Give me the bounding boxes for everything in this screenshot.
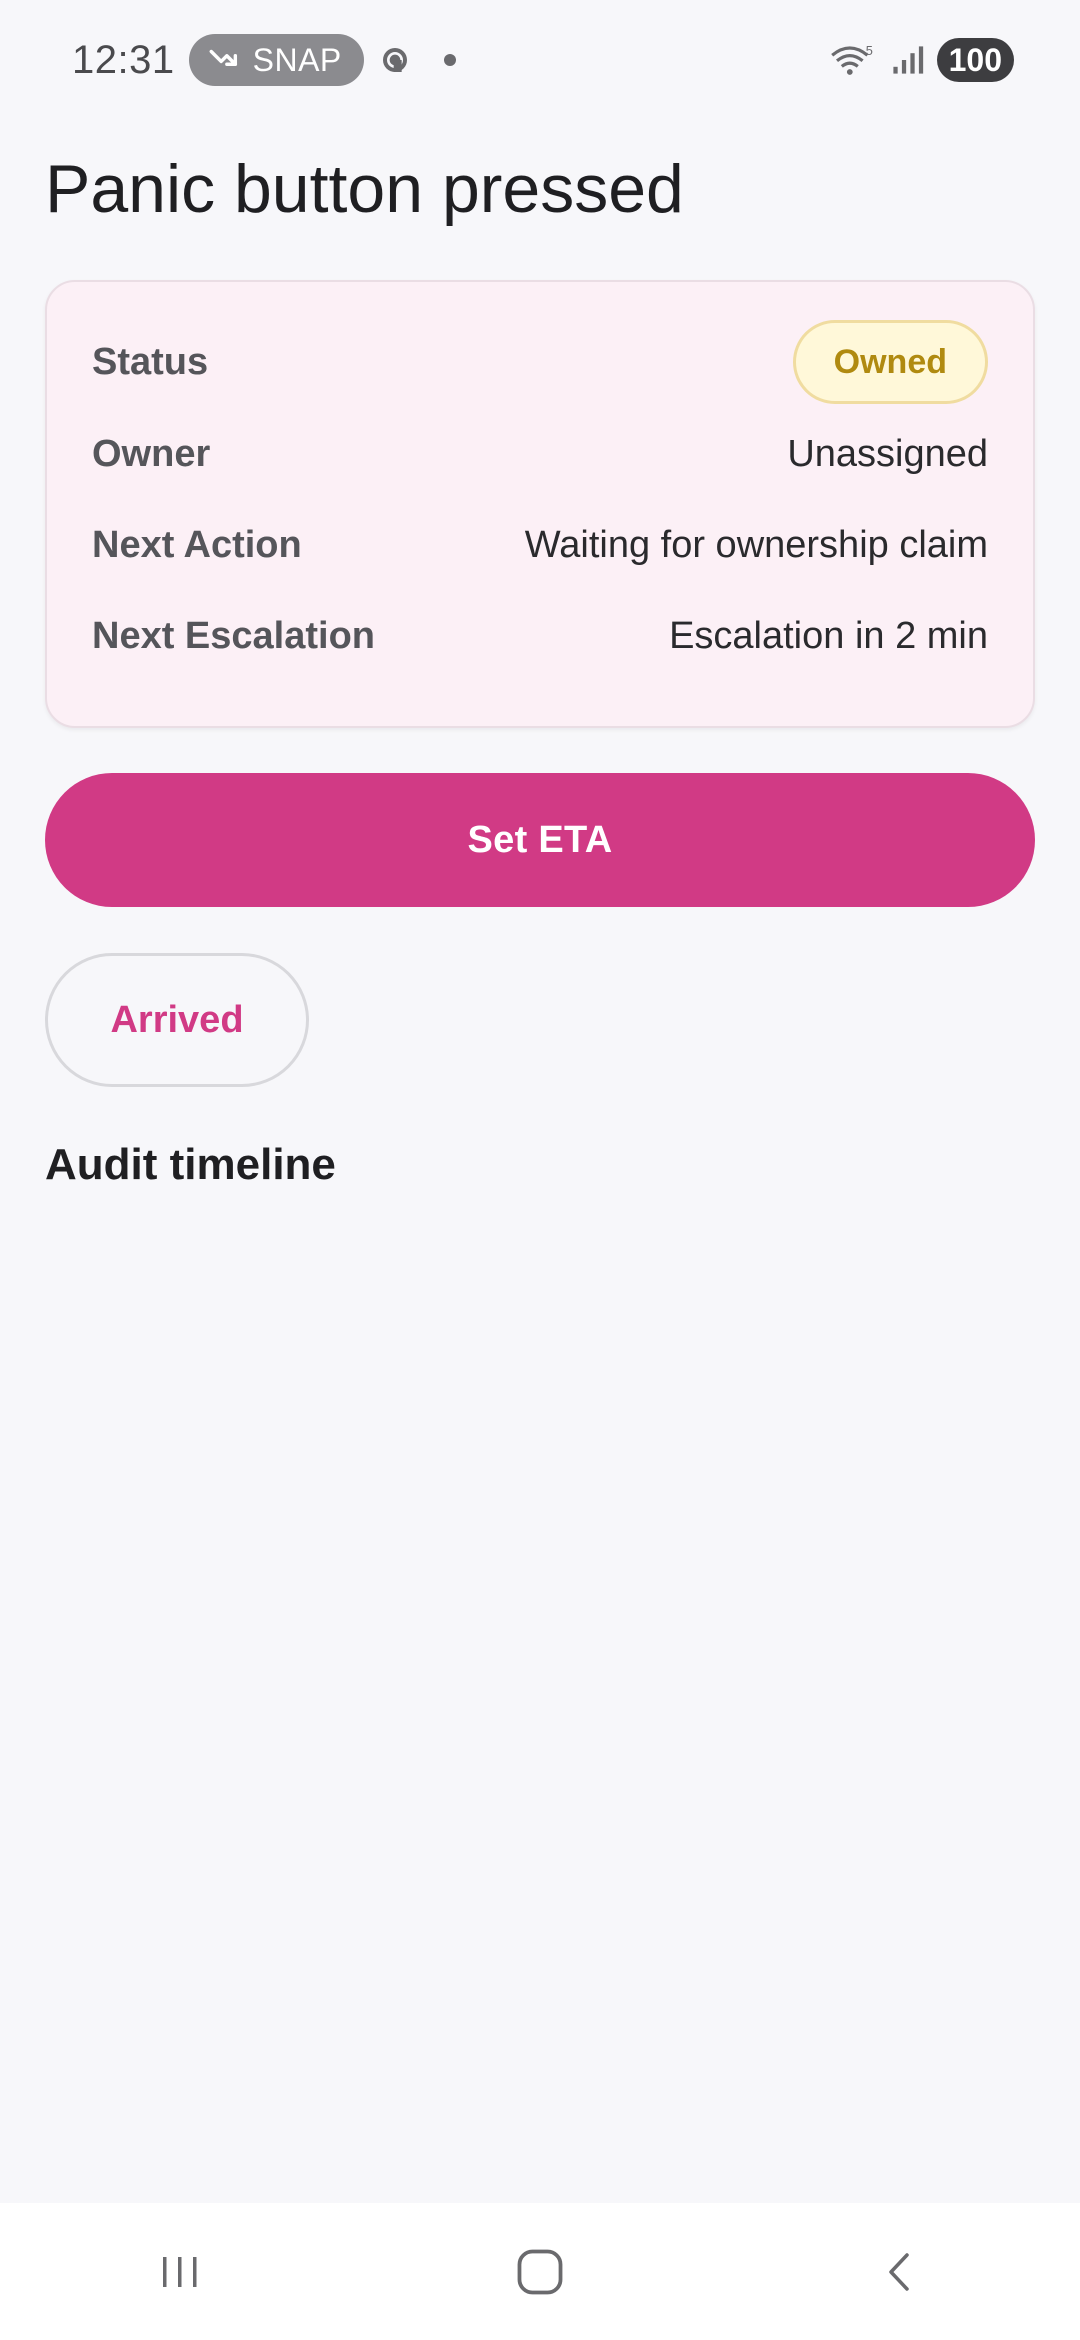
status-label: Status bbox=[92, 340, 209, 383]
status-row: Status Owned bbox=[92, 320, 988, 404]
cell-signal-icon bbox=[889, 43, 925, 77]
home-icon bbox=[517, 2249, 563, 2294]
status-bar: 12:31 SNAP 5 100 bbox=[0, 0, 1080, 120]
owner-row: Owner Unassigned bbox=[92, 424, 988, 484]
snap-pill[interactable]: SNAP bbox=[188, 34, 364, 86]
back-button[interactable] bbox=[840, 2222, 960, 2322]
snap-label: SNAP bbox=[252, 41, 342, 78]
back-icon bbox=[889, 2252, 909, 2291]
next-escalation-value: Escalation in 2 min bbox=[669, 614, 988, 657]
audit-timeline-heading: Audit timeline bbox=[45, 1140, 336, 1189]
incident-card: Status Owned Owner Unassigned Next Actio… bbox=[45, 280, 1035, 728]
owner-value: Unassigned bbox=[787, 432, 988, 475]
status-time: 12:31 bbox=[72, 37, 175, 82]
next-action-row: Next Action Waiting for ownership claim bbox=[92, 515, 988, 575]
battery-indicator: 100 bbox=[936, 38, 1014, 82]
screen: 12:31 SNAP 5 100 Panic button pressed St… bbox=[0, 0, 1080, 2340]
wifi-icon: 5 bbox=[829, 40, 877, 80]
notification-app-icon bbox=[378, 43, 412, 77]
home-button[interactable] bbox=[480, 2222, 600, 2322]
arrived-button[interactable]: Arrived bbox=[45, 953, 309, 1087]
next-action-label: Next Action bbox=[92, 523, 302, 566]
set-eta-button[interactable]: Set ETA bbox=[45, 773, 1035, 907]
next-escalation-row: Next Escalation Escalation in 2 min bbox=[92, 606, 988, 666]
trend-down-icon bbox=[209, 49, 237, 66]
status-badge: Owned bbox=[792, 320, 988, 404]
next-action-value: Waiting for ownership claim bbox=[524, 523, 988, 566]
page-title: Panic button pressed bbox=[45, 151, 684, 227]
owner-label: Owner bbox=[92, 432, 211, 475]
recents-icon bbox=[163, 2256, 197, 2287]
wifi-band-label: 5 bbox=[865, 43, 872, 58]
notification-dot-icon bbox=[443, 54, 456, 66]
status-bar-right: 5 100 bbox=[829, 38, 1014, 82]
recents-button[interactable] bbox=[120, 2222, 240, 2322]
next-escalation-label: Next Escalation bbox=[92, 614, 375, 657]
navigation-bar bbox=[0, 2203, 1080, 2340]
status-bar-left: 12:31 SNAP bbox=[72, 34, 456, 86]
